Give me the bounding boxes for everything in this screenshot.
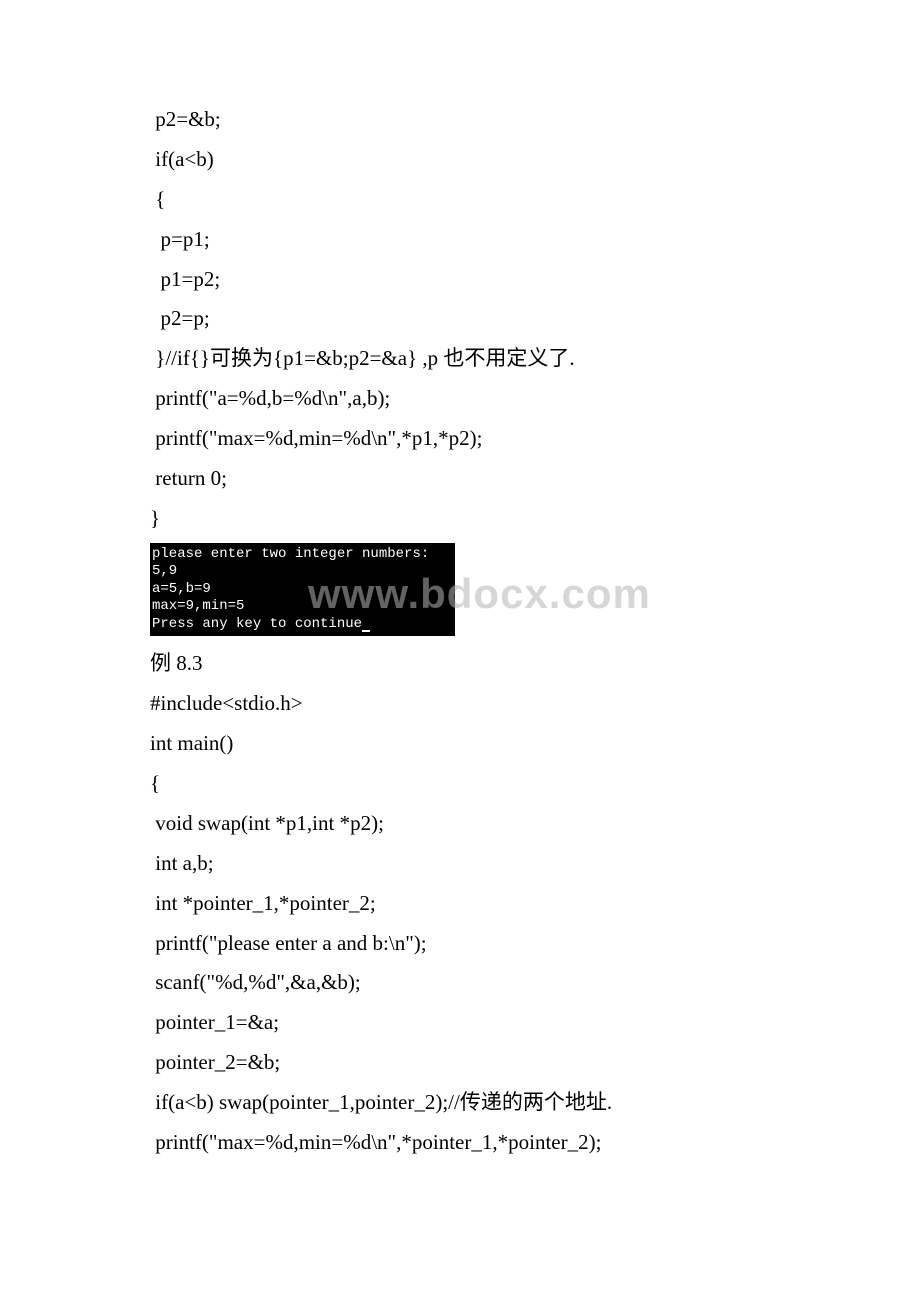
code-line: int *pointer_1,*pointer_2; [150,884,770,924]
code-line: { [150,180,770,220]
cursor-icon [362,630,370,632]
code-line: if(a<b) [150,140,770,180]
code-line: p=p1; [150,220,770,260]
code-line: void swap(int *p1,int *p2); [150,804,770,844]
console-line: max=9,min=5 [152,598,453,616]
code-line: scanf("%d,%d",&a,&b); [150,963,770,1003]
code-line: return 0; [150,459,770,499]
code-line: printf("max=%d,min=%d\n",*pointer_1,*poi… [150,1123,770,1163]
code-line: printf("please enter a and b:\n"); [150,924,770,964]
console-line: a=5,b=9 [152,581,453,599]
console-line: please enter two integer numbers: [152,546,453,564]
code-line: printf("max=%d,min=%d\n",*p1,*p2); [150,419,770,459]
console-output: please enter two integer numbers: 5,9 a=… [150,543,455,637]
code-line: if(a<b) swap(pointer_1,pointer_2);//传递的两… [150,1083,770,1123]
code-line: p1=p2; [150,260,770,300]
code-line: p2=p; [150,299,770,339]
code-line: pointer_2=&b; [150,1043,770,1083]
example-title: 例 8.3 [150,644,770,684]
code-line: int a,b; [150,844,770,884]
code-line: int main() [150,724,770,764]
console-line: 5,9 [152,563,453,581]
code-line: pointer_1=&a; [150,1003,770,1043]
console-line: Press any key to continue [152,616,453,634]
code-line: #include<stdio.h> [150,684,770,724]
code-line: p2=&b; [150,100,770,140]
code-line: }//if{}可换为{p1=&b;p2=&a} ,p 也不用定义了. [150,339,770,379]
code-line: { [150,764,770,804]
code-line: } [150,499,770,539]
code-line: printf("a=%d,b=%d\n",a,b); [150,379,770,419]
